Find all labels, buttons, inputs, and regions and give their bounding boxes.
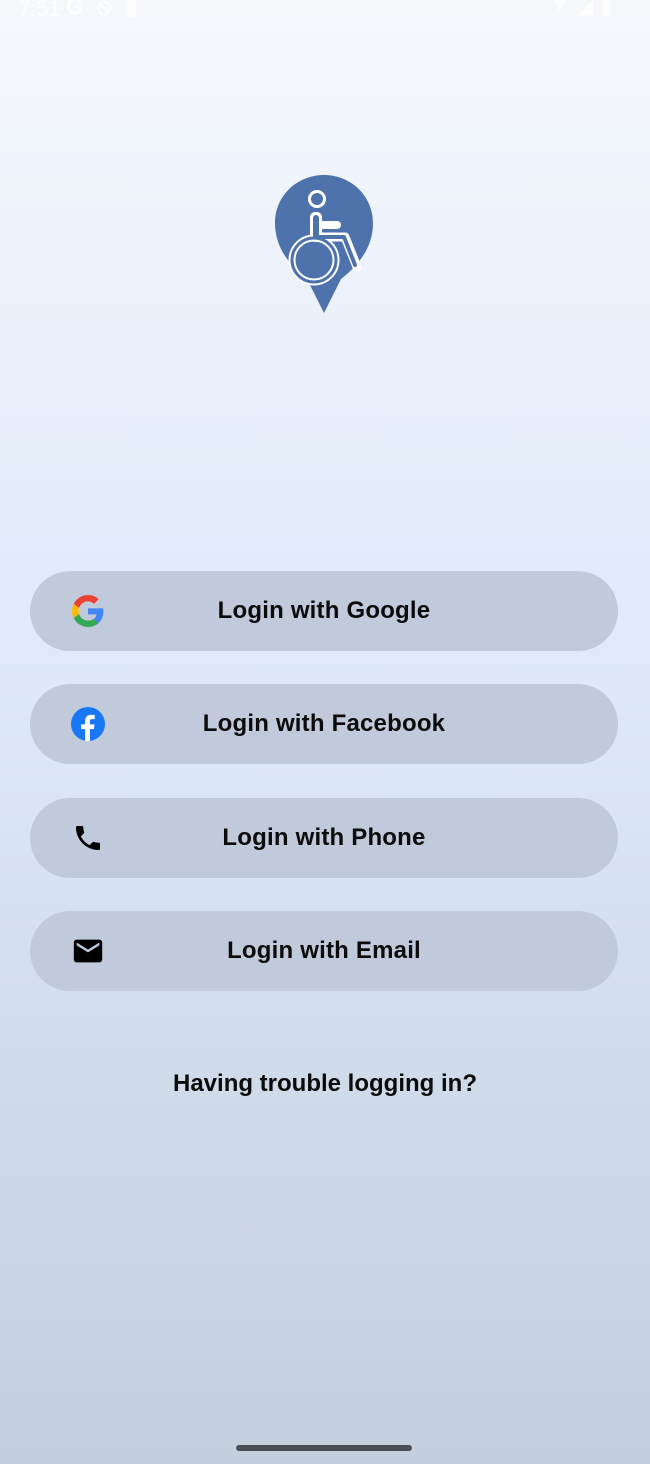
google-g-icon: G bbox=[66, 0, 84, 19]
phone-icon bbox=[70, 820, 106, 856]
battery-saver-icon: ▮ bbox=[125, 0, 138, 19]
login-google-label: Login with Google bbox=[217, 597, 431, 624]
location-off-icon: ⦸ bbox=[97, 0, 112, 19]
status-time: 7:51 bbox=[18, 0, 61, 21]
login-facebook-label: Login with Facebook bbox=[202, 710, 446, 737]
facebook-icon bbox=[70, 706, 106, 742]
wheelchair-location-pin-icon bbox=[275, 175, 373, 313]
signal-icon: ◢ bbox=[577, 0, 593, 18]
login-google-button[interactable]: Login with Google bbox=[30, 571, 618, 651]
trouble-logging-in-link[interactable]: Having trouble logging in? bbox=[0, 1070, 650, 1098]
login-facebook-button[interactable]: Login with Facebook bbox=[30, 684, 618, 764]
email-icon bbox=[70, 933, 106, 969]
login-phone-button[interactable]: Login with Phone bbox=[30, 798, 618, 878]
login-email-label: Login with Email bbox=[227, 937, 421, 964]
battery-icon: ▮ bbox=[600, 0, 612, 18]
status-bar: 7:51 G ⦸ ▮ ▼ ◢ ▮ bbox=[0, 0, 650, 24]
home-indicator[interactable] bbox=[236, 1445, 412, 1451]
wifi-icon: ▼ bbox=[549, 0, 570, 16]
app-logo bbox=[275, 175, 373, 315]
google-icon bbox=[70, 593, 106, 629]
login-phone-label: Login with Phone bbox=[222, 824, 426, 851]
status-left-icons: G ⦸ ▮ bbox=[66, 0, 138, 20]
status-right-icons: ▼ ◢ ▮ bbox=[550, 0, 612, 19]
login-email-button[interactable]: Login with Email bbox=[30, 911, 618, 991]
